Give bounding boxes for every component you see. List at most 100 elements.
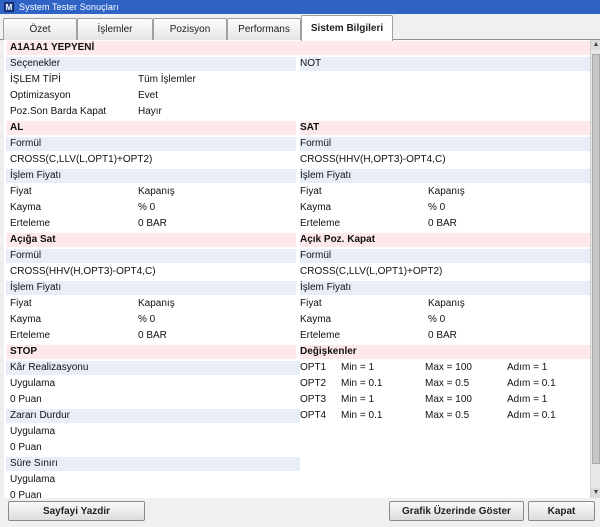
variable-max: Max = 0.5 (425, 410, 470, 421)
sat-section-header: SAT (300, 121, 590, 135)
tab-ozet[interactable]: Özet (3, 18, 77, 40)
take-profit-label: Kâr Realizasyonu (10, 362, 89, 373)
variable-step: Adım = 0.1 (507, 378, 556, 389)
delay-label: Erteleme (10, 218, 51, 229)
stop-loss-apply: Uygulama (10, 426, 56, 437)
variable-name: OPT3 (300, 394, 327, 405)
al-price-header: İşlem Fiyatı (6, 169, 296, 183)
price-header: İşlem Fiyatı (10, 282, 62, 293)
variable-step: Adım = 0.1 (507, 410, 556, 421)
formula-label: Formül (300, 250, 332, 261)
price-label: Fiyat (300, 186, 322, 197)
acik-poz-kapat-formula-row: CROSS(C,LLV(L,OPT1)+OPT2) (300, 265, 590, 279)
stop-title: STOP (10, 346, 38, 357)
time-limit-value: 0 Puan (10, 490, 42, 498)
formula-label: Formül (300, 138, 332, 149)
tab-sistem-bilgileri[interactable]: Sistem Bilgileri (301, 15, 393, 41)
al-formula-header: Formül (6, 137, 296, 151)
acik-poz-kapat-slippage-row: Kayma % 0 (300, 313, 590, 327)
option-row: Optimizasyon Evet (6, 89, 296, 103)
stop-loss-label: Zararı Durdur (10, 410, 71, 421)
variable-row: OPT3 Min = 1 Max = 100 Adım = 1 (300, 393, 590, 407)
sat-formula: CROSS(HHV(H,OPT3)-OPT4,C) (300, 154, 446, 165)
price-value: Kapanış (428, 186, 465, 197)
time-limit-label: Süre Sınırı (10, 458, 58, 469)
variables-title: Değişkenler (300, 346, 357, 357)
delay-label: Erteleme (300, 218, 341, 229)
stop-section-header: STOP (6, 345, 296, 359)
option-value: Hayır (138, 106, 162, 117)
take-profit-value-row: 0 Puan (6, 393, 296, 407)
variable-min: Min = 1 (341, 362, 375, 373)
variable-max: Max = 100 (425, 394, 472, 405)
time-limit-value-row: 0 Puan (6, 489, 296, 498)
variable-max: Max = 100 (425, 362, 472, 373)
stop-loss-header: Zararı Durdur (6, 409, 300, 423)
option-label: İŞLEM TİPİ (10, 74, 61, 85)
option-row: Poz.Son Barda Kapat Hayır (6, 105, 296, 119)
al-formula-row: CROSS(C,LLV(L,OPT1)+OPT2) (6, 153, 296, 167)
variable-name: OPT4 (300, 410, 327, 421)
slippage-value: % 0 (428, 202, 446, 213)
option-value: Evet (138, 90, 159, 101)
price-header: İşlem Fiyatı (300, 282, 352, 293)
time-limit-apply: Uygulama (10, 474, 56, 485)
aciga-sat-section-header: Açığa Sat (6, 233, 296, 247)
take-profit-value: 0 Puan (10, 394, 42, 405)
variables-section-header: Değişkenler (300, 345, 590, 359)
tab-pozisyon[interactable]: Pozisyon (153, 18, 227, 40)
variable-step: Adım = 1 (507, 362, 548, 373)
al-slippage-row: Kayma % 0 (6, 201, 296, 215)
variable-name: OPT1 (300, 362, 327, 373)
show-on-chart-button[interactable]: Grafik Üzerinde Göster (389, 501, 524, 521)
variable-step: Adım = 1 (507, 394, 548, 405)
sat-formula-header: Formül (300, 137, 590, 151)
window-title: System Tester Sonuçları (19, 2, 119, 12)
price-label: Fiyat (10, 186, 32, 197)
option-value: Tüm İşlemler (138, 74, 196, 85)
print-page-button[interactable]: Sayfayi Yazdir (8, 501, 145, 521)
variable-min: Min = 0.1 (341, 410, 383, 421)
aciga-sat-formula-row: CROSS(HHV(H,OPT3)-OPT4,C) (6, 265, 296, 279)
variable-max: Max = 0.5 (425, 378, 470, 389)
aciga-sat-price-header: İşlem Fiyatı (6, 281, 296, 295)
sat-formula-row: CROSS(HHV(H,OPT3)-OPT4,C) (300, 153, 590, 167)
stop-loss-apply-row: Uygulama (6, 425, 296, 439)
take-profit-apply: Uygulama (10, 378, 56, 389)
variable-min: Min = 0.1 (341, 378, 383, 389)
scroll-thumb[interactable] (592, 54, 600, 464)
slippage-label: Kayma (10, 314, 42, 325)
al-price-row: Fiyat Kapanış (6, 185, 296, 199)
close-button[interactable]: Kapat (528, 501, 595, 521)
scroll-up-icon[interactable]: ▲ (591, 40, 600, 50)
price-value: Kapanış (428, 298, 465, 309)
option-label: Poz.Son Barda Kapat (10, 106, 107, 117)
time-limit-header: Süre Sınırı (6, 457, 300, 471)
tab-performans[interactable]: Performans (227, 18, 301, 40)
al-delay-row: Erteleme 0 BAR (6, 217, 296, 231)
system-name-row: A1A1A1 YEPYENİ (6, 41, 590, 55)
acik-poz-kapat-section-header: Açık Poz. Kapat (300, 233, 590, 247)
delay-label: Erteleme (300, 330, 341, 341)
acik-poz-kapat-formula: CROSS(C,LLV(L,OPT1)+OPT2) (300, 266, 443, 277)
al-formula: CROSS(C,LLV(L,OPT1)+OPT2) (10, 154, 153, 165)
stop-loss-value-row: 0 Puan (6, 441, 296, 455)
aciga-sat-title: Açığa Sat (10, 234, 56, 245)
variable-min: Min = 1 (341, 394, 375, 405)
al-section-header: AL (6, 121, 296, 135)
title-bar[interactable]: M System Tester Sonuçları (0, 0, 600, 14)
sat-title: SAT (300, 122, 320, 133)
acik-poz-kapat-formula-header: Formül (300, 249, 590, 263)
slippage-label: Kayma (300, 202, 332, 213)
aciga-sat-slippage-row: Kayma % 0 (6, 313, 296, 327)
sat-price-row: Fiyat Kapanış (300, 185, 590, 199)
vertical-scrollbar[interactable]: ▲ ▼ (590, 40, 600, 498)
delay-label: Erteleme (10, 330, 51, 341)
slippage-value: % 0 (428, 314, 446, 325)
note-header: NOT (300, 58, 322, 69)
slippage-value: % 0 (138, 202, 156, 213)
scroll-down-icon[interactable]: ▼ (591, 488, 600, 498)
app-icon: M (4, 2, 14, 12)
tab-islemler[interactable]: İşlemler (77, 18, 153, 40)
aciga-sat-delay-row: Erteleme 0 BAR (6, 329, 296, 343)
